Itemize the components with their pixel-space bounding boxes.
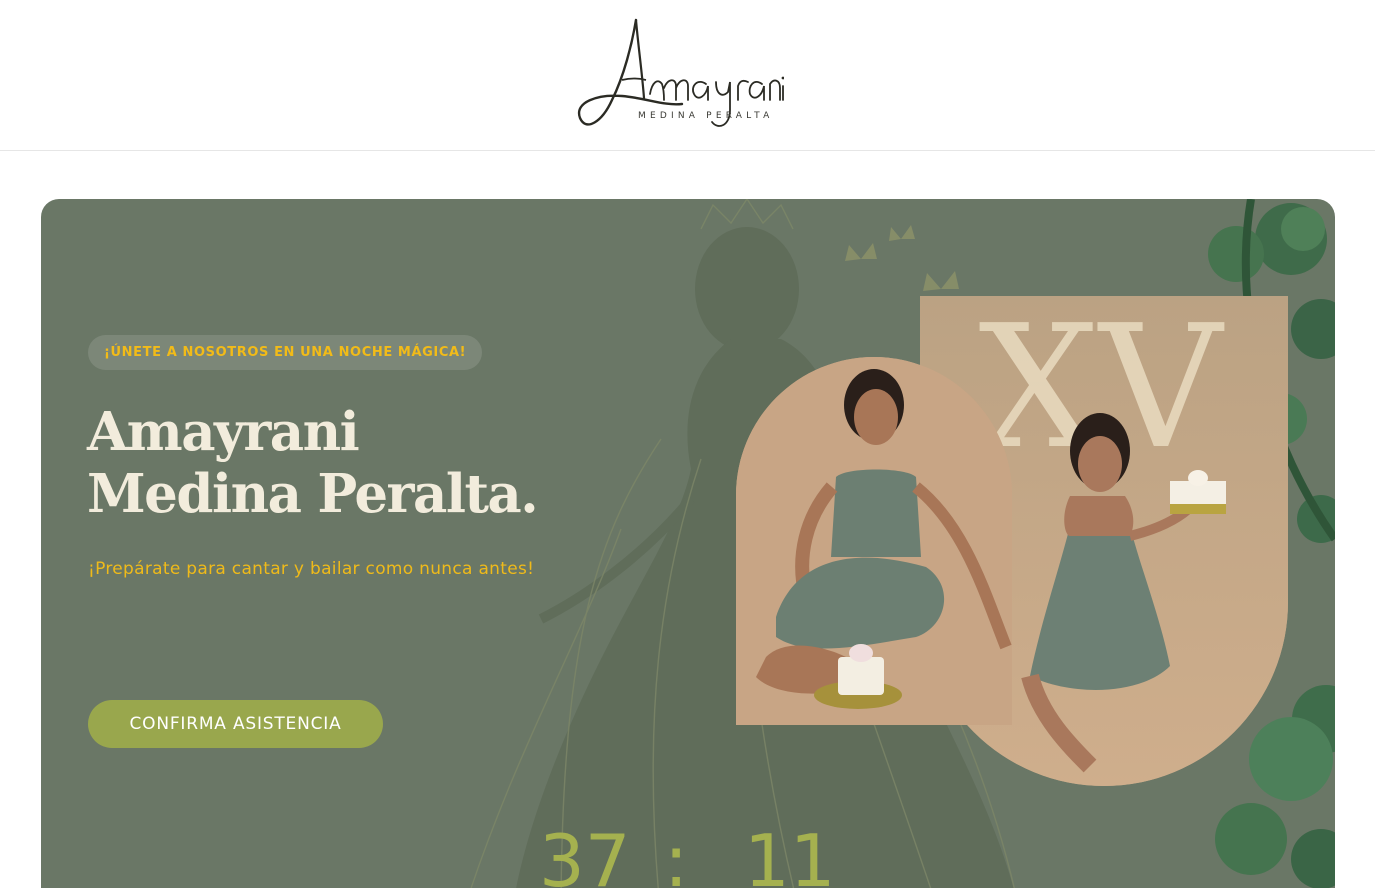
confirm-attendance-button[interactable]: CONFIRMA ASISTENCIA bbox=[88, 700, 383, 748]
countdown-timer: 37 : 11 bbox=[539, 821, 839, 888]
site-logo[interactable]: MEDINA PERALTA bbox=[572, 14, 784, 136]
countdown-separator: : bbox=[664, 819, 689, 888]
countdown-first-value: 37 bbox=[539, 819, 631, 888]
site-header: MEDINA PERALTA bbox=[0, 0, 1375, 151]
countdown-second-value: 11 bbox=[744, 819, 836, 888]
logo-subtitle: MEDINA PERALTA bbox=[638, 111, 774, 121]
hero-section: ¡ÚNETE A NOSOTROS EN UNA NOCHE MÁGICA! A… bbox=[41, 199, 1335, 888]
hero-title-line-2: Medina Peralta. bbox=[87, 463, 539, 525]
hero-title: Amayrani Medina Peralta. bbox=[87, 401, 647, 525]
photo-sitting-illustration bbox=[736, 357, 1012, 725]
event-tagline: ¡ÚNETE A NOSOTROS EN UNA NOCHE MÁGICA! bbox=[88, 335, 483, 370]
hero-subtitle: ¡Prepárate para cantar y bailar como nun… bbox=[88, 559, 535, 579]
hero-title-line-1: Amayrani bbox=[87, 401, 360, 463]
quinceanera-photo-sitting bbox=[736, 357, 1012, 725]
